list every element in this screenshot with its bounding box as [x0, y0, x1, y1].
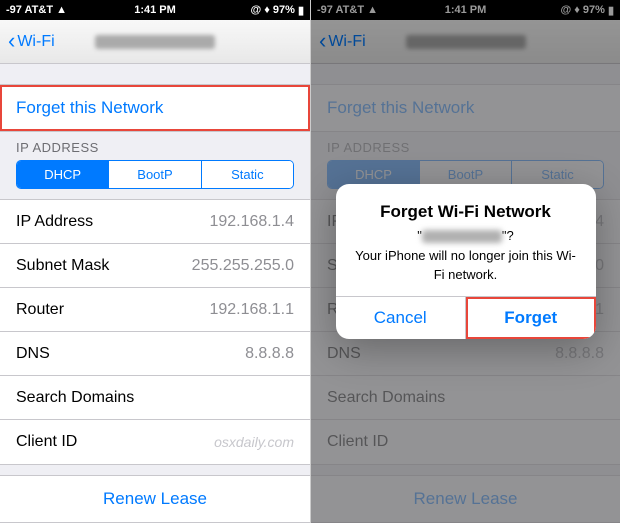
ip-table-left: IP Address 192.168.1.4 Subnet Mask 255.2…	[0, 199, 310, 465]
table-row: Router 192.168.1.1	[0, 288, 310, 332]
table-row: Client ID osxdaily.com	[0, 420, 310, 464]
forget-network-button-left[interactable]: Forget this Network	[0, 85, 310, 131]
quote-close: "?	[502, 228, 514, 243]
wifi-icon-left: ▲	[56, 4, 67, 16]
battery-icon-left: ▮	[298, 4, 304, 17]
right-panel: -97 AT&T ▲ 1:41 PM @ ♦ 97% ▮ ‹ Wi-Fi For…	[310, 0, 620, 523]
renew-lease-button-left[interactable]: Renew Lease	[0, 476, 310, 522]
modal-content: Forget Wi-Fi Network ""? Your iPhone wil…	[336, 184, 596, 295]
row-label-dns: DNS	[16, 345, 50, 363]
modal-title: Forget Wi-Fi Network	[352, 202, 580, 222]
forget-button[interactable]: Forget	[466, 297, 596, 339]
table-row: Search Domains	[0, 376, 310, 420]
carrier-left: -97 AT&T	[6, 4, 53, 16]
table-row: Subnet Mask 255.255.255.0	[0, 244, 310, 288]
renew-section-left: Renew Lease	[0, 475, 310, 523]
back-button-left[interactable]: ‹ Wi-Fi	[8, 31, 55, 52]
network-name-blur-left	[95, 35, 215, 49]
row-label-router: Router	[16, 301, 64, 319]
forget-section-left: Forget this Network	[0, 84, 310, 132]
status-left: -97 AT&T ▲	[6, 4, 67, 16]
back-label-left: Wi-Fi	[17, 33, 54, 51]
chevron-icon-left: ‹	[8, 30, 15, 52]
seg-bootp-left[interactable]: BootP	[109, 161, 201, 188]
network-name-blur-modal	[422, 230, 502, 243]
modal-actions: Cancel Forget	[336, 296, 596, 339]
cancel-button[interactable]: Cancel	[336, 297, 467, 339]
ip-address-header-left: IP ADDRESS	[0, 132, 310, 160]
status-bar-left: -97 AT&T ▲ 1:41 PM @ ♦ 97% ▮	[0, 0, 310, 20]
row-value-ip: 192.168.1.4	[209, 213, 294, 231]
modal-overlay: Forget Wi-Fi Network ""? Your iPhone wil…	[311, 0, 620, 523]
ip-mode-segmented-left[interactable]: DHCP BootP Static	[16, 160, 294, 189]
forget-wifi-dialog: Forget Wi-Fi Network ""? Your iPhone wil…	[336, 184, 596, 338]
table-row: DNS 8.8.8.8	[0, 332, 310, 376]
status-right-left: @ ♦ 97% ▮	[250, 4, 304, 17]
row-label-search: Search Domains	[16, 389, 134, 407]
time-left: 1:41 PM	[134, 4, 176, 16]
seg-dhcp-left[interactable]: DHCP	[17, 161, 109, 188]
modal-network-name: ""?	[352, 228, 580, 243]
row-value-dns: 8.8.8.8	[245, 345, 294, 363]
row-label-clientid: Client ID	[16, 433, 77, 451]
table-row: IP Address 192.168.1.4	[0, 200, 310, 244]
seg-static-left[interactable]: Static	[202, 161, 293, 188]
nav-bar-left: ‹ Wi-Fi	[0, 20, 310, 64]
row-value-subnet: 255.255.255.0	[192, 257, 294, 275]
signal-icons-left: @ ♦ 97%	[250, 4, 294, 16]
row-label-ip: IP Address	[16, 213, 93, 231]
nav-title-left	[95, 32, 215, 52]
row-value-clientid: osxdaily.com	[214, 434, 294, 450]
row-value-router: 192.168.1.1	[209, 301, 294, 319]
row-label-subnet: Subnet Mask	[16, 257, 109, 275]
modal-body: Your iPhone will no longer join this Wi-…	[352, 247, 580, 283]
left-panel: -97 AT&T ▲ 1:41 PM @ ♦ 97% ▮ ‹ Wi-Fi For…	[0, 0, 310, 523]
